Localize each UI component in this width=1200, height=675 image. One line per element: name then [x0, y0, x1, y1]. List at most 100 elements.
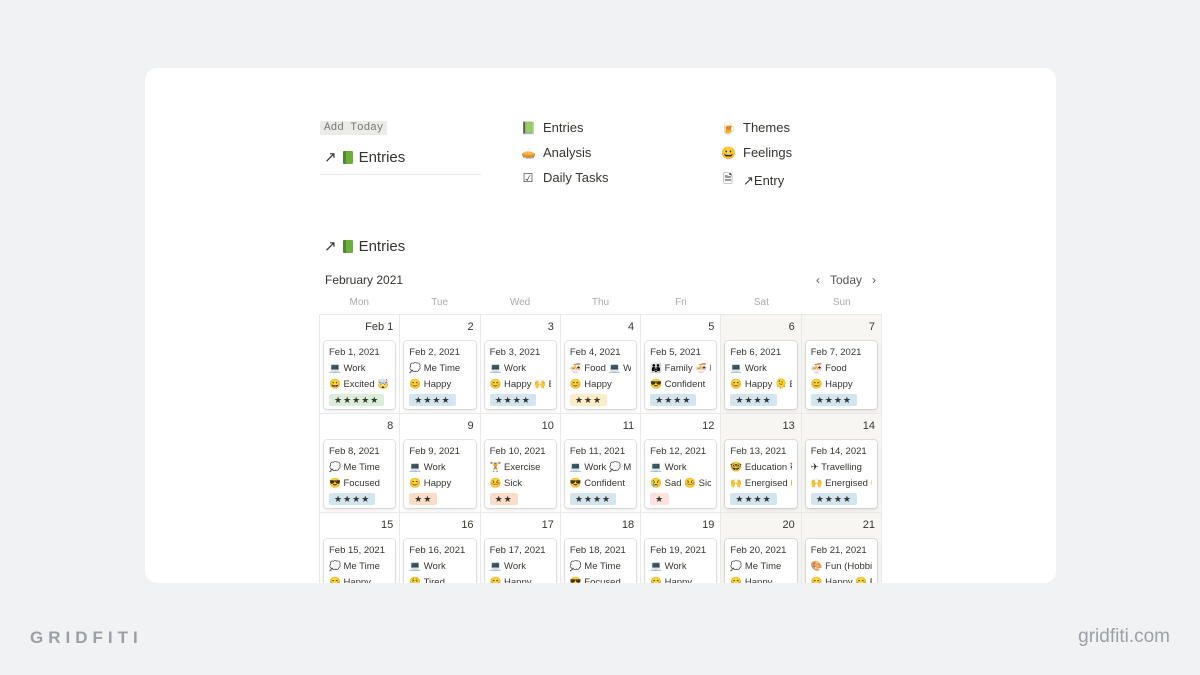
page-icon: 🗎 [723, 172, 733, 186]
entry-feeling: 😊 Happy [569, 379, 612, 390]
entry-card[interactable]: Feb 17, 2021 💻 Work 😊 Happy [484, 539, 556, 583]
calendar-day[interactable]: 17 Feb 17, 2021 💻 Work 😊 Happy [481, 513, 561, 583]
entry-card[interactable]: Feb 9, 2021 💻 Work 😊 Happy ★★ [404, 440, 476, 508]
nav-label: ↗Entry [743, 172, 785, 188]
rating-stars: ★★★★ [810, 394, 857, 406]
today-button[interactable]: Today [830, 273, 862, 287]
entry-card[interactable]: Feb 10, 2021 🏋 Exercise 🤒 Sick ★★ [484, 440, 556, 508]
entry-feeling: 😊 Happy 🙌 E [489, 379, 551, 390]
day-number: 21 [862, 519, 875, 531]
calendar-day[interactable]: 3 Feb 3, 2021 💻 Work 😊 Happy 🙌 E ★★★★ [480, 315, 561, 414]
entry-feeling: 😎 Focused [329, 478, 380, 489]
link-arrow-icon: ↗ [324, 149, 337, 166]
entry-card[interactable]: Feb 11, 2021 💻 Work 💭 Me Time 😎 Confiden… [564, 440, 637, 508]
rating-stars: ★★ [489, 493, 518, 505]
rating-stars: ★ [650, 493, 670, 505]
entry-title: Feb 6, 2021 [730, 347, 782, 358]
prev-month-button[interactable]: ‹ [816, 273, 820, 287]
next-month-button[interactable]: › [872, 273, 876, 287]
entry-title: Feb 11, 2021 [569, 446, 626, 457]
month-label: February 2021 [325, 273, 404, 287]
entry-card[interactable]: Feb 6, 2021 💻 Work 😊 Happy 🫠 E ★★★★ [725, 341, 797, 409]
entry-theme: 💻 Work [489, 363, 527, 374]
entry-card[interactable]: Feb 2, 2021 💭 Me Time 😊 Happy ★★★★ [404, 341, 476, 409]
calendar-day[interactable]: 18 Feb 18, 2021 💭 Me Time 😎 Focused [561, 513, 642, 583]
entry-theme: 🎨 Fun (Hobbies) [810, 561, 872, 572]
entry-card[interactable]: Feb 1, 2021 💻 Work 😀 Excited 🤯 ★★★★★ [324, 341, 396, 409]
calendar-day[interactable]: 14 Feb 14, 2021 ✈ Travelling 🙌 Energised… [801, 414, 882, 513]
nav-link-1[interactable]: 🥧 Analysis [521, 145, 591, 160]
nav-link-2[interactable]: ☑ Daily Tasks [521, 170, 609, 185]
add-today-button[interactable]: Add Today [320, 121, 388, 135]
day-number: 4 [628, 321, 635, 333]
entry-card[interactable]: Feb 19, 2021 💻 Work 😊 Happy [645, 539, 717, 583]
entry-title: Feb 20, 2021 [730, 545, 787, 556]
smile-icon: 😀 [721, 145, 736, 160]
beer-icon: 🍺 [721, 120, 736, 135]
notion-page: Add Today ↗ Entries 📗 Entries 🥧 Analysis ☑ Da… [145, 68, 1056, 583]
entry-feeling: 🙌 Energised 😊 [730, 478, 791, 489]
calendar-day[interactable]: 19 Feb 19, 2021 💻 Work 😊 Happy [641, 513, 722, 583]
entry-card[interactable]: Feb 16, 2021 💻 Work 😩 Tired [404, 539, 476, 583]
calendar-day[interactable]: 6 Feb 6, 2021 💻 Work 😊 Happy 🫠 E ★★★★ [721, 315, 802, 414]
calendar-day[interactable]: 12 Feb 12, 2021 💻 Work 😢 Sad 🤒 Sick ★ [641, 414, 722, 513]
entry-card[interactable]: Feb 12, 2021 💻 Work 😢 Sad 🤒 Sick ★ [645, 440, 717, 508]
day-number: 11 [622, 420, 635, 432]
entry-feeling: 😀 Excited 🤯 [329, 379, 390, 390]
entry-card[interactable]: Feb 8, 2021 💭 Me Time 😎 Focused ★★★★ [324, 440, 396, 508]
entry-card[interactable]: Feb 14, 2021 ✈ Travelling 🙌 Energised 😊 … [805, 440, 877, 508]
nav-link-3[interactable]: 🍺 Themes [721, 120, 790, 135]
nav-link-5[interactable]: 🗎 ↗Entry [721, 170, 784, 191]
rating-stars: ★★★★ [810, 493, 857, 505]
calendar-day[interactable]: 16 Feb 16, 2021 💻 Work 😩 Tired [400, 513, 481, 583]
calendar-day[interactable]: 10 Feb 10, 2021 🏋 Exercise 🤒 Sick ★★ [480, 414, 561, 513]
entry-feeling: 😊 Happy [329, 577, 371, 583]
linked-entries-title[interactable]: ↗ Entries [324, 148, 405, 167]
nav-link-4[interactable]: 😀 Feelings [721, 145, 792, 160]
calendar-day[interactable]: 13 Feb 13, 2021 🤓 Education 📚 🙌 Energise… [721, 414, 802, 513]
entry-title: Feb 4, 2021 [569, 347, 621, 358]
rating-stars: ★★★★ [569, 493, 617, 505]
entry-card[interactable]: Feb 13, 2021 🤓 Education 📚 🙌 Energised 😊… [725, 440, 797, 508]
entry-title: Feb 5, 2021 [650, 347, 701, 358]
weekday-header: Fri [675, 296, 687, 308]
entry-card[interactable]: Feb 20, 2021 💭 Me Time 😊 Happy [725, 539, 797, 583]
calendar-day[interactable]: 8 Feb 8, 2021 💭 Me Time 😎 Focused ★★★★ [320, 414, 401, 513]
calendar-day[interactable]: 5 Feb 5, 2021 👪 Family 🍜 Food 😎 Confiden… [641, 315, 722, 414]
day-number: Feb 1 [365, 321, 394, 333]
entry-card[interactable]: Feb 21, 2021 🎨 Fun (Hobbies) 😊 Happy 😊 E [805, 539, 877, 583]
nav-label: Themes [743, 120, 790, 135]
rating-stars: ★★★★ [409, 394, 456, 406]
calendar-day[interactable]: 4 Feb 4, 2021 🍜 Food 💻 Work 😊 Happy ★★★ [560, 315, 642, 414]
day-number: 3 [547, 321, 554, 333]
entry-theme: ✈ Travelling [810, 462, 862, 473]
calendar-day[interactable]: 2 Feb 2, 2021 💭 Me Time 😊 Happy ★★★★ [400, 315, 481, 414]
entry-title: Feb 3, 2021 [489, 347, 541, 358]
calendar-day[interactable]: 20 Feb 20, 2021 💭 Me Time 😊 Happy [721, 513, 802, 583]
rating-stars: ★★★★ [730, 394, 777, 406]
weekday-header: Sun [832, 296, 851, 308]
entry-theme: 💭 Me Time [730, 561, 782, 572]
weekday-header: Mon [349, 296, 369, 308]
entry-feeling: 😊 Happy [489, 577, 532, 583]
entry-card[interactable]: Feb 3, 2021 💻 Work 😊 Happy 🙌 E ★★★★ [484, 341, 556, 409]
calendar-day[interactable]: 9 Feb 9, 2021 💻 Work 😊 Happy ★★ [400, 414, 481, 513]
calendar-day[interactable]: 7 Feb 7, 2021 🍜 Food 😊 Happy ★★★★ [801, 315, 882, 414]
entry-theme: 🏋 Exercise [489, 462, 541, 473]
entry-theme: 💭 Me Time [329, 462, 380, 473]
entries-section-title[interactable]: ↗ Entries [324, 237, 405, 256]
calendar-day[interactable]: 21 Feb 21, 2021 🎨 Fun (Hobbies) 😊 Happy … [801, 513, 882, 583]
entry-feeling: 😊 Happy 🫠 E [730, 379, 792, 390]
calendar-day[interactable]: Feb 1 Feb 1, 2021 💻 Work 😀 Excited 🤯 ★★★… [320, 315, 401, 414]
calendar-day[interactable]: 11 Feb 11, 2021 💻 Work 💭 Me Time 😎 Confi… [560, 414, 642, 513]
entry-card[interactable]: Feb 5, 2021 👪 Family 🍜 Food 😎 Confident … [645, 341, 717, 409]
weekday-header: Tue [431, 296, 449, 308]
entry-card[interactable]: Feb 15, 2021 💭 Me Time 😊 Happy [324, 539, 396, 583]
entry-card[interactable]: Feb 7, 2021 🍜 Food 😊 Happy ★★★★ [805, 341, 877, 409]
day-number: 16 [461, 519, 474, 531]
entry-feeling: 🙌 Energised 😊 [810, 478, 872, 489]
entry-card[interactable]: Feb 4, 2021 🍜 Food 💻 Work 😊 Happy ★★★ [564, 341, 637, 409]
entry-card[interactable]: Feb 18, 2021 💭 Me Time 😎 Focused [564, 539, 637, 583]
calendar-day[interactable]: 15 Feb 15, 2021 💭 Me Time 😊 Happy [320, 513, 401, 583]
nav-link-0[interactable]: 📗 Entries [521, 120, 583, 135]
